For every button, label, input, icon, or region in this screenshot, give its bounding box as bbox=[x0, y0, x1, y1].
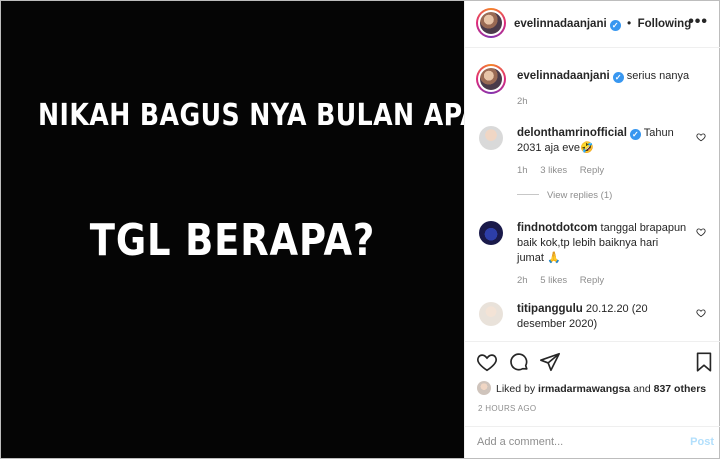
replies-divider-line bbox=[517, 194, 539, 195]
save-bookmark-icon[interactable] bbox=[693, 351, 715, 373]
comment-username[interactable]: findnotdotcom bbox=[517, 222, 597, 234]
author-username[interactable]: evelinnadaanjani bbox=[514, 18, 607, 30]
comment-meta: 2h 5 likes Reply bbox=[517, 275, 614, 286]
view-replies-label: View replies (1) bbox=[547, 190, 613, 201]
comment-username[interactable]: titipanggulu bbox=[517, 303, 583, 315]
liked-by-others[interactable]: 837 others bbox=[654, 383, 707, 395]
more-options-icon[interactable]: ••• bbox=[688, 13, 708, 31]
comment-likes[interactable]: 3 likes bbox=[540, 165, 567, 176]
comment-time[interactable]: 2h bbox=[517, 275, 528, 286]
caption-meta: 2h bbox=[517, 96, 538, 107]
post-header: evelinnadaanjani ✓ • Following ••• bbox=[465, 1, 720, 48]
comment-text: delonthamrinofficial ✓ Tahun 2031 aja eve… bbox=[517, 126, 687, 156]
caption-text: evelinnadaanjani ✓ serius nanya bbox=[517, 69, 689, 84]
comment-bubble-icon[interactable] bbox=[508, 351, 530, 373]
comments-list[interactable]: evelinnadaanjani ✓ serius nanya 2h delont… bbox=[465, 49, 720, 339]
like-heart-icon[interactable] bbox=[476, 351, 498, 373]
header-user-line: evelinnadaanjani ✓ • Following bbox=[514, 16, 691, 31]
comment-reply-button[interactable]: Reply bbox=[580, 275, 604, 286]
liked-by-conj: and bbox=[633, 383, 651, 395]
comment-avatar[interactable] bbox=[479, 302, 503, 326]
caption-body: serius nanya bbox=[626, 70, 690, 82]
comment-reply-button[interactable]: Reply bbox=[580, 165, 604, 176]
view-replies-button[interactable]: View replies (1) bbox=[517, 190, 612, 201]
verified-badge-icon: ✓ bbox=[609, 20, 621, 31]
comment-meta: 1h 3 likes Reply bbox=[517, 165, 614, 176]
comment-text: findnotdotcom tanggal brapapun baik kok,… bbox=[517, 221, 687, 266]
liked-by-user[interactable]: irmadarmawangsa bbox=[538, 383, 630, 395]
following-button[interactable]: Following bbox=[638, 18, 692, 30]
liker-avatar[interactable] bbox=[477, 381, 491, 395]
media-text-line1: NIKAH BAGUS NYA BULAN APA? bbox=[38, 98, 496, 133]
post-comment-button[interactable]: Post bbox=[690, 436, 714, 448]
post-side-panel: evelinnadaanjani ✓ • Following ••• evelin… bbox=[464, 1, 720, 458]
verified-badge-icon: ✓ bbox=[629, 129, 641, 140]
liked-by-prefix: Liked by bbox=[496, 383, 536, 395]
comment-like-heart-icon[interactable] bbox=[696, 227, 706, 237]
comment-like-heart-icon[interactable] bbox=[696, 132, 706, 142]
post-media[interactable]: NIKAH BAGUS NYA BULAN APA? TGL BERAPA? bbox=[1, 1, 496, 458]
caption-username[interactable]: evelinnadaanjani bbox=[517, 70, 610, 82]
comment-avatar[interactable] bbox=[479, 221, 503, 245]
add-comment-bar: Post bbox=[465, 426, 720, 458]
verified-badge-icon: ✓ bbox=[612, 72, 624, 83]
comment-text: titipanggulu 20.12.20 (20 desember 2020) bbox=[517, 302, 687, 332]
caption-avatar[interactable] bbox=[476, 64, 506, 94]
separator-dot: • bbox=[627, 16, 632, 30]
liked-by-line: Liked by irmadarmawangsa and 837 others bbox=[477, 381, 706, 395]
comment-like-heart-icon[interactable] bbox=[696, 308, 706, 318]
caption-time[interactable]: 2h bbox=[517, 96, 528, 107]
author-avatar[interactable] bbox=[476, 8, 506, 38]
media-text-line2: TGL BERAPA? bbox=[89, 215, 376, 266]
share-paper-plane-icon[interactable] bbox=[539, 351, 561, 373]
comment-time[interactable]: 1h bbox=[517, 165, 528, 176]
post-timestamp[interactable]: 2 HOURS AGO bbox=[478, 404, 536, 413]
post-actions: Liked by irmadarmawangsa and 837 others … bbox=[465, 341, 720, 426]
comment-username[interactable]: delonthamrinofficial bbox=[517, 127, 627, 139]
add-comment-input[interactable] bbox=[477, 436, 677, 448]
comment-avatar[interactable] bbox=[479, 126, 503, 150]
comment-likes[interactable]: 5 likes bbox=[540, 275, 567, 286]
